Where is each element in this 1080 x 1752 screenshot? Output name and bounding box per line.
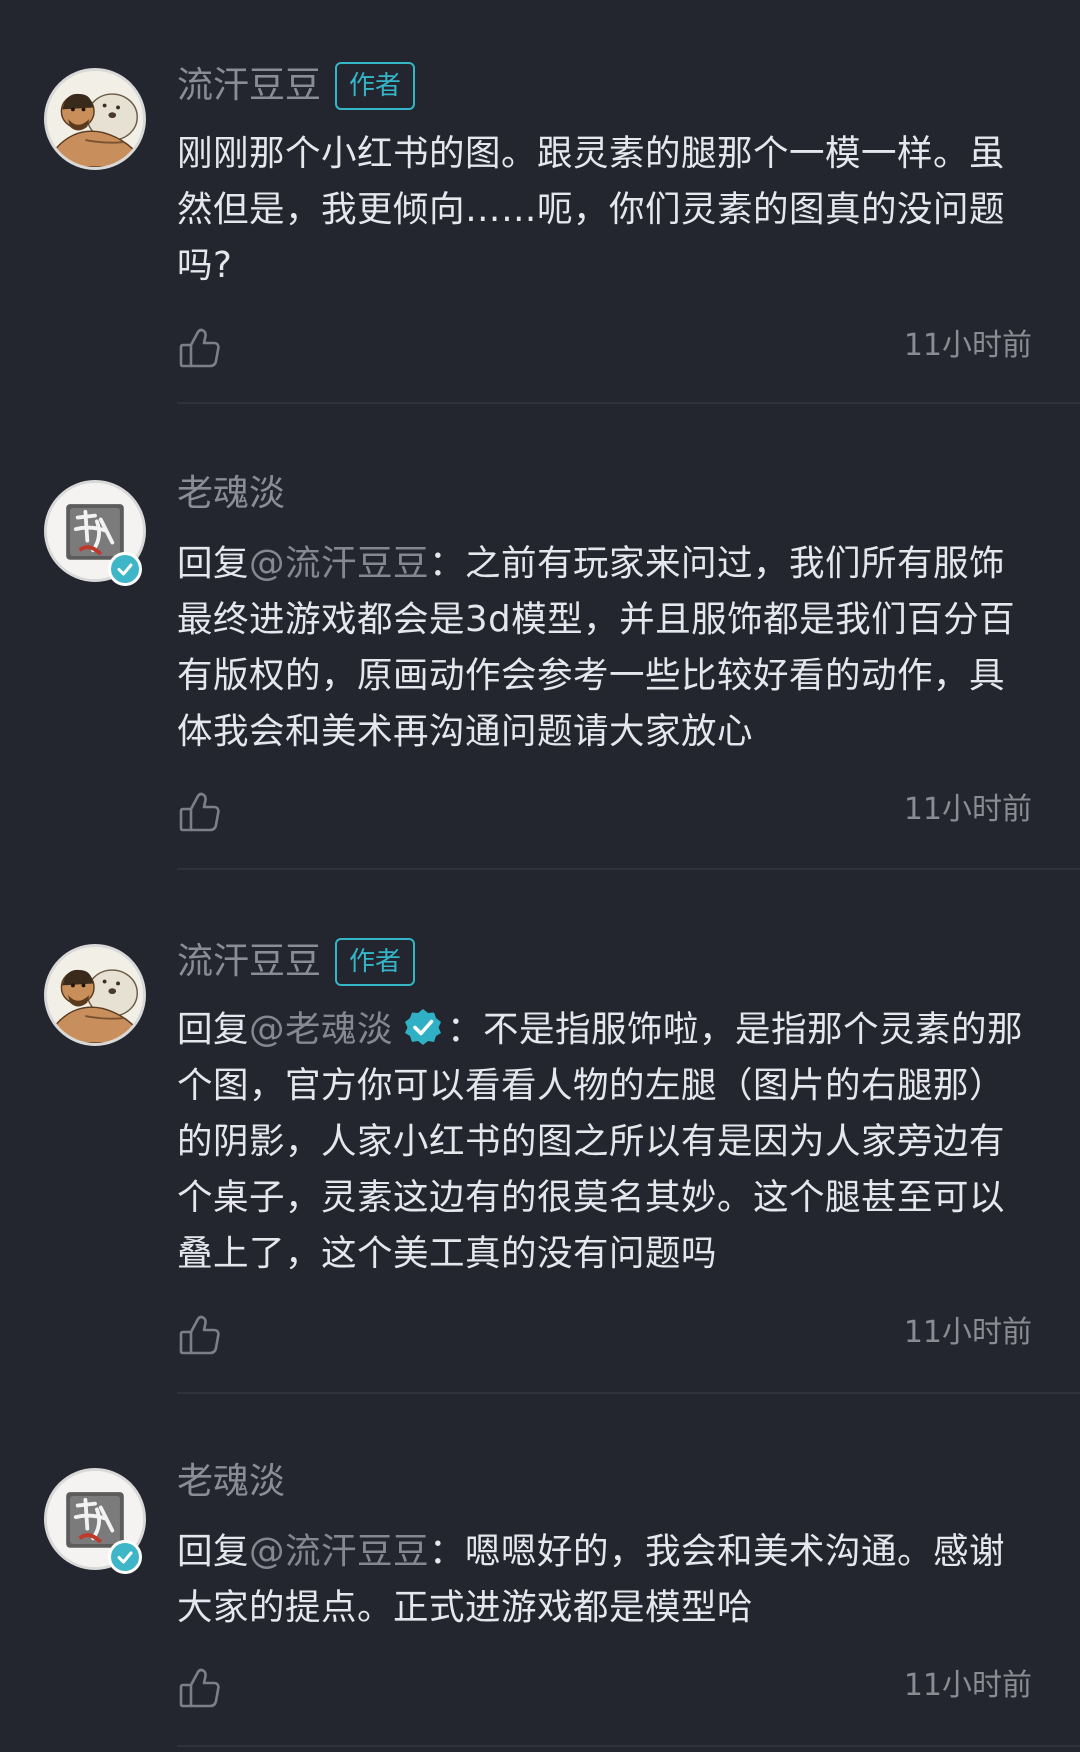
reply-prefix: 回复 (177, 1531, 250, 1572)
timestamp: 11小时前 (903, 328, 1032, 363)
author-tag: 作者 (335, 938, 416, 986)
like-button[interactable] (178, 1666, 222, 1710)
avatar-image (47, 71, 143, 167)
mention-link[interactable]: @流汗豆豆 (249, 1531, 429, 1572)
username-row: 流汗豆豆 作者 (177, 938, 416, 986)
reply-separator: ： (429, 543, 466, 584)
reply-prefix: 回复 (177, 543, 250, 584)
reply-separator: ： (429, 1531, 466, 1572)
thumbs-up-icon (178, 1666, 222, 1710)
author-tag: 作者 (335, 62, 416, 110)
username-row: 老魂淡 (177, 1462, 285, 1502)
verified-icon (403, 1007, 443, 1047)
thumbs-up-icon (178, 1313, 222, 1357)
like-button[interactable] (178, 1313, 222, 1357)
comment-content: 回复@老魂淡 ：不是指服饰啦，是指那个灵素的那个图，官方你可以看看人物的左腿（图片… (177, 1002, 1037, 1282)
mention-link[interactable]: @流汗豆豆 (249, 543, 429, 584)
username[interactable]: 流汗豆豆 (177, 942, 321, 982)
username-row: 老魂淡 (177, 474, 285, 514)
verified-badge-icon (108, 1540, 142, 1574)
divider (177, 1392, 1080, 1394)
username[interactable]: 流汗豆豆 (177, 66, 321, 106)
thumbs-up-icon (178, 790, 222, 834)
avatar-image (47, 947, 143, 1043)
comment-text: 刚刚那个小红书的图。跟灵素的腿那个一模一样。虽然但是，我更倾向……呃，你们灵素的… (177, 133, 1006, 286)
like-button[interactable] (178, 790, 222, 834)
divider (177, 402, 1080, 404)
reply-separator: ： (447, 1009, 484, 1050)
comment-content: 刚刚那个小红书的图。跟灵素的腿那个一模一样。虽然但是，我更倾向……呃，你们灵素的… (177, 126, 1037, 294)
timestamp: 11小时前 (903, 792, 1032, 827)
comment-content: 回复@流汗豆豆：嗯嗯好的，我会和美术沟通。感谢大家的提点。正式进游戏都是模型哈 (177, 1524, 1037, 1636)
mention-link[interactable]: @老魂淡 (249, 1009, 393, 1050)
divider (177, 868, 1080, 870)
reply-prefix: 回复 (177, 1009, 250, 1050)
verified-badge-icon (108, 552, 142, 586)
comment-content: 回复@流汗豆豆：之前有玩家来问过，我们所有服饰最终进游戏都会是3d模型，并且服饰… (177, 536, 1037, 760)
username[interactable]: 老魂淡 (177, 474, 285, 514)
like-button[interactable] (178, 326, 222, 370)
avatar[interactable] (44, 68, 146, 170)
divider (177, 1745, 1080, 1747)
timestamp: 11小时前 (903, 1315, 1032, 1350)
username[interactable]: 老魂淡 (177, 1462, 285, 1502)
username-row: 流汗豆豆 作者 (177, 62, 416, 110)
avatar[interactable] (44, 944, 146, 1046)
thumbs-up-icon (178, 326, 222, 370)
timestamp: 11小时前 (903, 1668, 1032, 1703)
